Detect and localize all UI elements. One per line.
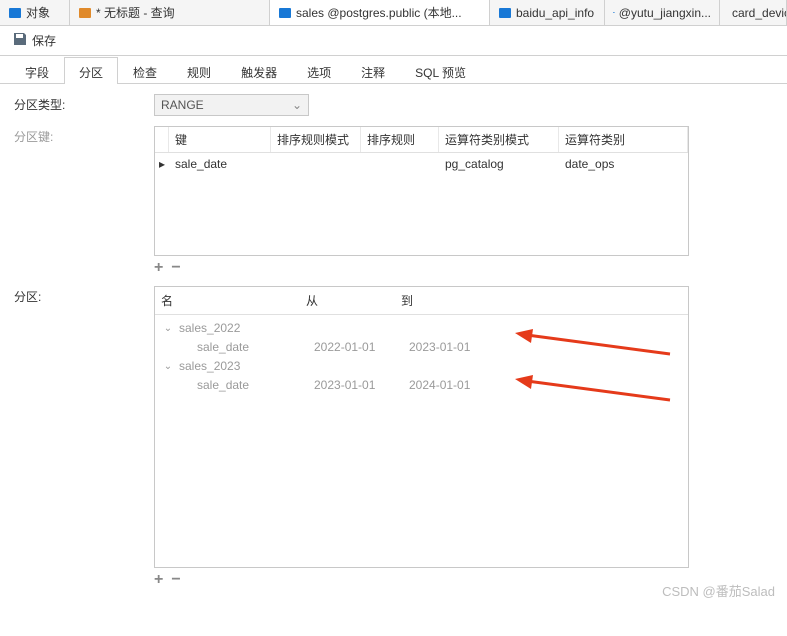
row-partition-type: 分区类型: RANGE ⌄ bbox=[14, 94, 773, 116]
leaf-from: 2023-01-01 bbox=[314, 378, 409, 392]
subtab-fields[interactable]: 字段 bbox=[10, 57, 64, 84]
row-partition-key: 分区键: 键 排序规则模式 排序规则 运算符类别模式 运算符类别 ▸ sale_… bbox=[14, 126, 773, 276]
chevron-down-icon: ⌄ bbox=[161, 361, 175, 372]
leaf-to: 2023-01-01 bbox=[409, 340, 504, 354]
tab-card[interactable]: card_devic bbox=[720, 0, 787, 25]
part-add-remove: + − bbox=[154, 568, 689, 588]
remove-button[interactable]: − bbox=[171, 260, 180, 276]
select-partition-type[interactable]: RANGE ⌄ bbox=[154, 94, 309, 116]
chevron-down-icon: ⌄ bbox=[161, 323, 175, 334]
subtab-sql[interactable]: SQL 预览 bbox=[400, 57, 481, 84]
leaf-key: sale_date bbox=[155, 378, 314, 392]
partition-node[interactable]: ⌄ sales_2022 bbox=[155, 319, 688, 337]
key-add-remove: + − bbox=[154, 256, 689, 276]
save-button[interactable]: 保存 bbox=[6, 28, 62, 53]
leaf-from: 2022-01-01 bbox=[314, 340, 409, 354]
tab-label: 对象 bbox=[26, 4, 50, 21]
save-icon bbox=[12, 31, 28, 50]
partition-range-row[interactable]: sale_date 2022-01-01 2023-01-01 bbox=[155, 337, 688, 357]
col-from: 从 bbox=[300, 287, 395, 314]
subtab-partition[interactable]: 分区 bbox=[64, 57, 118, 84]
form-area: 分区类型: RANGE ⌄ 分区键: 键 排序规则模式 排序规则 运算符类别模式… bbox=[0, 84, 787, 598]
document-tabs: 对象 * 无标题 - 查询 sales @postgres.public (本地… bbox=[0, 0, 787, 26]
tab-objects[interactable]: 对象 bbox=[0, 0, 70, 25]
add-button[interactable]: + bbox=[154, 572, 163, 588]
table-icon bbox=[498, 6, 512, 20]
partition-key-grid[interactable]: 键 排序规则模式 排序规则 运算符类别模式 运算符类别 ▸ sale_date … bbox=[154, 126, 689, 256]
partition-range-row[interactable]: sale_date 2023-01-01 2024-01-01 bbox=[155, 375, 688, 395]
subtabs: 字段 分区 检查 规则 触发器 选项 注释 SQL 预览 bbox=[0, 56, 787, 84]
table-icon bbox=[8, 6, 22, 20]
watermark: CSDN @番茄Salad bbox=[662, 581, 775, 600]
save-label: 保存 bbox=[32, 32, 56, 49]
tab-label: sales @postgres.public (本地... bbox=[296, 4, 462, 21]
cell-opclass-mode: pg_catalog bbox=[439, 153, 559, 175]
subtab-rules[interactable]: 规则 bbox=[172, 57, 226, 84]
tab-baidu[interactable]: baidu_api_info bbox=[490, 0, 605, 25]
sql-icon bbox=[78, 6, 92, 20]
col-key: 键 bbox=[169, 127, 271, 152]
subtab-triggers[interactable]: 触发器 bbox=[226, 57, 292, 84]
part-header: 名 从 到 bbox=[155, 287, 688, 315]
tab-label: card_devic bbox=[732, 6, 787, 20]
tab-label: * 无标题 - 查询 bbox=[96, 4, 175, 21]
col-to: 到 bbox=[395, 287, 490, 314]
cell-collate-mode bbox=[271, 153, 361, 175]
label-partitions: 分区: bbox=[14, 286, 154, 305]
tab-yutu[interactable]: @yutu_jiangxin... bbox=[605, 0, 720, 25]
row-marker-icon: ▸ bbox=[155, 153, 169, 175]
col-opclass-mode: 运算符类别模式 bbox=[439, 127, 559, 152]
cell-opclass: date_ops bbox=[559, 153, 688, 175]
tab-sales[interactable]: sales @postgres.public (本地... bbox=[270, 0, 490, 25]
cell-key: sale_date bbox=[169, 153, 271, 175]
chevron-down-icon: ⌄ bbox=[292, 98, 302, 112]
partition-node[interactable]: ⌄ sales_2023 bbox=[155, 357, 688, 375]
row-partitions: 分区: 名 从 到 ⌄ sales_2022 sale_date 2022-01… bbox=[14, 286, 773, 588]
node-name: sales_2022 bbox=[175, 321, 240, 335]
col-collate-mode: 排序规则模式 bbox=[271, 127, 361, 152]
label-partition-type: 分区类型: bbox=[14, 94, 154, 113]
tab-label: @yutu_jiangxin... bbox=[619, 6, 711, 20]
subtab-comment[interactable]: 注释 bbox=[346, 57, 400, 84]
tab-query[interactable]: * 无标题 - 查询 bbox=[70, 0, 270, 25]
table-icon bbox=[613, 6, 615, 20]
col-collate: 排序规则 bbox=[361, 127, 439, 152]
col-marker bbox=[155, 127, 169, 152]
remove-button[interactable]: − bbox=[171, 572, 180, 588]
col-name: 名 bbox=[155, 287, 300, 314]
leaf-to: 2024-01-01 bbox=[409, 378, 504, 392]
table-icon bbox=[278, 6, 292, 20]
cell-collate bbox=[361, 153, 439, 175]
col-opclass: 运算符类别 bbox=[559, 127, 688, 152]
add-button[interactable]: + bbox=[154, 260, 163, 276]
node-name: sales_2023 bbox=[175, 359, 240, 373]
label-partition-key: 分区键: bbox=[14, 126, 154, 145]
tab-label: baidu_api_info bbox=[516, 6, 594, 20]
grid-header: 键 排序规则模式 排序规则 运算符类别模式 运算符类别 bbox=[155, 127, 688, 153]
grid-row[interactable]: ▸ sale_date pg_catalog date_ops bbox=[155, 153, 688, 175]
subtab-check[interactable]: 检查 bbox=[118, 57, 172, 84]
toolbar: 保存 bbox=[0, 26, 787, 56]
select-value: RANGE bbox=[161, 98, 204, 112]
leaf-key: sale_date bbox=[155, 340, 314, 354]
part-body: ⌄ sales_2022 sale_date 2022-01-01 2023-0… bbox=[155, 315, 688, 399]
subtab-options[interactable]: 选项 bbox=[292, 57, 346, 84]
partitions-grid[interactable]: 名 从 到 ⌄ sales_2022 sale_date 2022-01-01 … bbox=[154, 286, 689, 568]
